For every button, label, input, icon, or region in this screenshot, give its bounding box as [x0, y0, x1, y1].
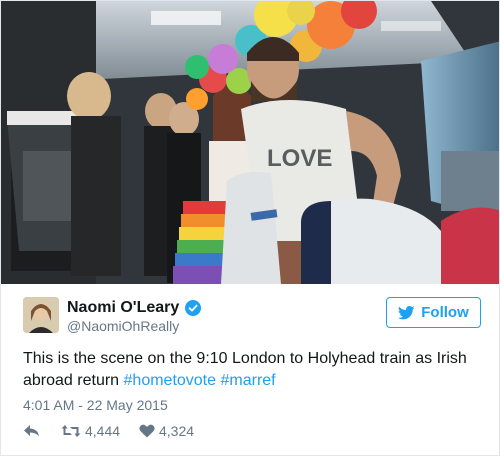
retweet-button[interactable]: 4,444 [61, 422, 120, 440]
retweet-count: 4,444 [85, 423, 121, 439]
verified-badge-icon [185, 300, 201, 316]
reply-icon [24, 425, 39, 437]
avatar-image-icon [23, 297, 59, 333]
like-count: 4,324 [159, 423, 195, 439]
tweet-text: This is the scene on the 9:10 London to … [23, 348, 478, 392]
author-handle[interactable]: @NaomiOhReally [67, 318, 179, 334]
shirt-text: LOVE [267, 145, 332, 172]
retweet-icon [61, 425, 81, 437]
author-name[interactable]: Naomi O'Leary [67, 299, 179, 317]
reply-button[interactable] [23, 422, 41, 440]
like-button[interactable]: 4,324 [139, 422, 194, 440]
follow-label: Follow [421, 304, 469, 321]
tweet-card: LOVE Naomi O'Leary @NaomiOhReally Follow… [0, 0, 500, 456]
follow-button[interactable]: Follow [386, 297, 481, 328]
tweet-timestamp[interactable]: 4:01 AM - 22 May 2015 [23, 397, 168, 413]
hashtag-link[interactable]: #hometovote [124, 372, 217, 389]
hashtag-link[interactable]: #marref [220, 372, 275, 389]
photo-icon: LOVE [1, 1, 499, 284]
twitter-bird-icon [398, 305, 415, 319]
tweet-photo[interactable]: LOVE [1, 1, 499, 284]
author-avatar[interactable] [23, 297, 59, 333]
heart-icon [139, 424, 155, 438]
